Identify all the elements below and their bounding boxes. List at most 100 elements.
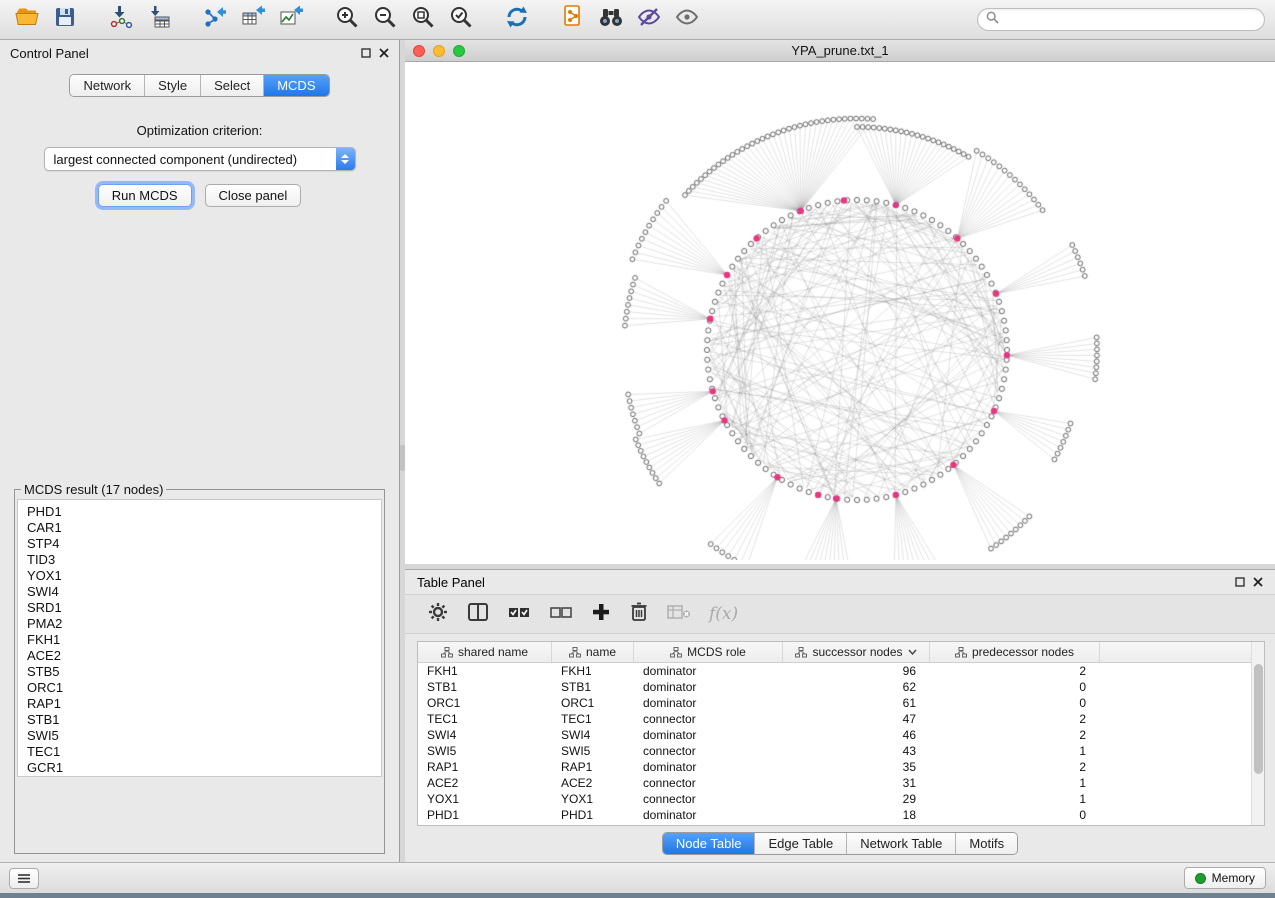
tab-edge-table[interactable]: Edge Table bbox=[755, 833, 847, 854]
cell-successor-nodes: 18 bbox=[783, 807, 930, 823]
mcds-result-title: MCDS result (17 nodes) bbox=[21, 482, 166, 497]
scrollbar-thumb[interactable] bbox=[1254, 664, 1263, 774]
table-row[interactable]: YOX1 YOX1 connector 29 1 bbox=[418, 791, 1264, 807]
mcds-result-item[interactable]: RAP1 bbox=[27, 696, 381, 712]
import-table-button[interactable] bbox=[142, 4, 176, 36]
column-header-shared-name[interactable]: shared name bbox=[418, 642, 552, 662]
mcds-result-item[interactable]: CAR1 bbox=[27, 520, 381, 536]
add-column-button[interactable] bbox=[591, 602, 611, 627]
delete-column-button[interactable] bbox=[629, 601, 649, 628]
mcds-result-item[interactable]: FKH1 bbox=[27, 632, 381, 648]
table-scrollbar[interactable] bbox=[1251, 642, 1264, 825]
open-file-button[interactable] bbox=[10, 4, 44, 36]
run-mcds-button[interactable]: Run MCDS bbox=[98, 184, 192, 207]
column-icon bbox=[569, 647, 581, 658]
table-row[interactable]: SWI4 SWI4 dominator 46 2 bbox=[418, 727, 1264, 743]
close-table-panel-icon[interactable] bbox=[1253, 575, 1263, 590]
table-panel: Table Panel f(x) bbox=[405, 569, 1275, 862]
table-settings-button[interactable] bbox=[427, 601, 449, 628]
mcds-result-item[interactable]: TID3 bbox=[27, 552, 381, 568]
mcds-result-item[interactable]: PMA2 bbox=[27, 616, 381, 632]
mcds-result-item[interactable]: STB5 bbox=[27, 664, 381, 680]
mcds-result-item[interactable]: STB1 bbox=[27, 712, 381, 728]
mcds-result-item[interactable]: GCR1 bbox=[27, 760, 381, 776]
tab-network[interactable]: Network bbox=[70, 75, 145, 96]
column-header-mcds-role[interactable]: MCDS role bbox=[634, 642, 783, 662]
search-network-button[interactable] bbox=[594, 4, 628, 36]
network-canvas[interactable] bbox=[405, 62, 1274, 560]
tab-motifs[interactable]: Motifs bbox=[956, 833, 1017, 854]
export-network-icon bbox=[202, 4, 228, 35]
search-input[interactable] bbox=[1004, 13, 1256, 27]
global-search[interactable] bbox=[977, 8, 1265, 31]
cell-predecessor-nodes: 0 bbox=[930, 695, 1100, 711]
column-header-name[interactable]: name bbox=[552, 642, 634, 662]
hide-selection-button[interactable] bbox=[632, 4, 666, 36]
import-network-button[interactable] bbox=[104, 4, 138, 36]
zoom-in-button[interactable] bbox=[330, 4, 364, 36]
mcds-result-item[interactable]: STP4 bbox=[27, 536, 381, 552]
mcds-result-item[interactable]: TEC1 bbox=[27, 744, 381, 760]
export-table-button[interactable] bbox=[236, 4, 270, 36]
control-panel-header: Control Panel bbox=[0, 40, 399, 66]
tab-node-table[interactable]: Node Table bbox=[663, 833, 756, 854]
show-all-button[interactable] bbox=[670, 4, 704, 36]
float-panel-icon[interactable] bbox=[361, 46, 371, 61]
deselect-all-button[interactable] bbox=[549, 602, 573, 627]
cell-successor-nodes: 43 bbox=[783, 743, 930, 759]
optimization-criterion-label: Optimization criterion: bbox=[0, 123, 399, 138]
delete-table-button[interactable] bbox=[667, 603, 691, 626]
table-row[interactable]: SWI5 SWI5 connector 43 1 bbox=[418, 743, 1264, 759]
cell-mcds-role: dominator bbox=[634, 807, 783, 823]
mcds-result-item[interactable]: PHD1 bbox=[27, 504, 381, 520]
show-panels-button[interactable] bbox=[9, 868, 39, 889]
column-header-predecessor-nodes[interactable]: predecessor nodes bbox=[930, 642, 1100, 662]
close-panel-icon[interactable] bbox=[379, 46, 389, 61]
save-session-button[interactable] bbox=[48, 4, 82, 36]
tab-network-table[interactable]: Network Table bbox=[847, 833, 956, 854]
binoculars-icon bbox=[597, 5, 625, 34]
table-row[interactable]: ACE2 ACE2 connector 31 1 bbox=[418, 775, 1264, 791]
table-row[interactable]: FKH1 FKH1 dominator 96 2 bbox=[418, 663, 1264, 679]
float-table-panel-icon[interactable] bbox=[1235, 575, 1245, 590]
mcds-result-item[interactable]: YOX1 bbox=[27, 568, 381, 584]
function-builder-button[interactable]: f(x) bbox=[709, 604, 738, 624]
table-row[interactable]: RAP1 RAP1 dominator 35 2 bbox=[418, 759, 1264, 775]
export-network-button[interactable] bbox=[198, 4, 232, 36]
apply-layout-button[interactable] bbox=[500, 4, 534, 36]
table-row[interactable]: STB1 STB1 dominator 62 0 bbox=[418, 679, 1264, 695]
cell-shared-name: FKH1 bbox=[418, 663, 552, 679]
network-window-titlebar[interactable]: YPA_prune.txt_1 bbox=[405, 40, 1275, 62]
network-view[interactable] bbox=[405, 62, 1275, 564]
table-row[interactable]: ORC1 ORC1 dominator 61 0 bbox=[418, 695, 1264, 711]
tab-mcds[interactable]: MCDS bbox=[264, 75, 328, 96]
mcds-result-item[interactable]: SWI5 bbox=[27, 728, 381, 744]
cell-name: RAP1 bbox=[552, 759, 634, 775]
close-panel-button[interactable]: Close panel bbox=[205, 184, 302, 207]
table-row[interactable]: PHD1 PHD1 dominator 18 0 bbox=[418, 807, 1264, 823]
mcds-result-list[interactable]: PHD1 CAR1 STP4 TID3 YOX1 SWI4 SRD1 PMA2 bbox=[17, 499, 382, 777]
zoom-selected-button[interactable] bbox=[444, 4, 478, 36]
show-columns-button[interactable] bbox=[467, 602, 489, 627]
zoom-fit-button[interactable] bbox=[406, 4, 440, 36]
tab-style[interactable]: Style bbox=[145, 75, 201, 96]
export-image-button[interactable] bbox=[274, 4, 308, 36]
mcds-result-item[interactable]: SWI4 bbox=[27, 584, 381, 600]
sort-descending-icon bbox=[908, 649, 917, 655]
cell-name: ACE2 bbox=[552, 775, 634, 791]
document-share-icon bbox=[561, 4, 585, 35]
zoom-out-button[interactable] bbox=[368, 4, 402, 36]
mcds-result-item[interactable]: ACE2 bbox=[27, 648, 381, 664]
table-row[interactable]: TEC1 TEC1 connector 47 2 bbox=[418, 711, 1264, 727]
mcds-result-item[interactable]: SRD1 bbox=[27, 600, 381, 616]
cell-name: SWI5 bbox=[552, 743, 634, 759]
tab-select[interactable]: Select bbox=[201, 75, 264, 96]
export-document-button[interactable] bbox=[556, 4, 590, 36]
select-stepper-icon bbox=[336, 148, 355, 170]
zoom-selected-icon bbox=[448, 4, 474, 35]
column-header-successor-nodes[interactable]: successor nodes bbox=[783, 642, 930, 662]
mcds-result-item[interactable]: ORC1 bbox=[27, 680, 381, 696]
criterion-select[interactable]: largest connected component (undirected) bbox=[44, 147, 356, 171]
select-all-button[interactable] bbox=[507, 602, 531, 627]
memory-button[interactable]: Memory bbox=[1184, 867, 1266, 889]
